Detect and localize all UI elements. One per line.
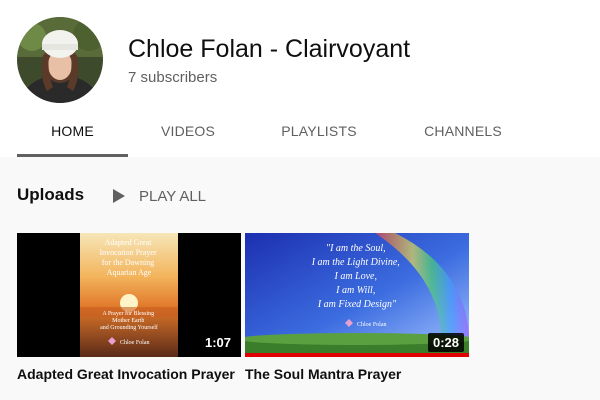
thumb-text-line: I am the Light Divine, (311, 257, 400, 268)
thumb-brand: Chloe Folan (357, 322, 387, 328)
channel-name: Chloe Folan - Clairvoyant (128, 35, 411, 63)
thumb-text-line: I am Fixed Design" (317, 299, 397, 310)
play-all-label: PLAY ALL (139, 187, 207, 205)
thumb-subtext-line: Mother Earth (112, 318, 144, 324)
watch-progress (245, 353, 469, 357)
duration-badge: 0:28 (427, 333, 464, 352)
thumb-text-line: for the Dawning (102, 258, 154, 267)
thumb-text-line: "I am the Soul, (326, 243, 386, 254)
video-title[interactable]: The Soul Mantra Prayer (245, 366, 469, 383)
thumb-text-line: Adapted Great (105, 238, 153, 247)
tab-home[interactable]: HOME (17, 110, 128, 157)
video-card[interactable]: Adapted Great Invocation Prayer for the … (17, 233, 241, 383)
svg-text:Adapted Great Invocati: Adapted Great Invocation Prayer for the … (99, 238, 158, 277)
channel-avatar[interactable] (17, 17, 103, 103)
video-thumbnail[interactable]: Adapted Great Invocation Prayer for the … (17, 233, 241, 357)
thumb-subtext-line: and Grounding Yourself (100, 324, 158, 331)
thumb-text-line: Aquarian Age (107, 268, 152, 277)
play-icon (112, 188, 126, 204)
video-title[interactable]: Adapted Great Invocation Prayer (17, 366, 241, 383)
subscriber-count: 7 subscribers (128, 69, 218, 86)
channel-tabs: HOME VIDEOS PLAYLISTS CHANNELS (0, 110, 600, 157)
thumb-text-line: Invocation Prayer (99, 248, 156, 257)
video-thumbnail[interactable]: "I am the Soul, I am the Light Divine, I… (245, 233, 469, 357)
thumb-text-line: I am Love, (334, 271, 378, 282)
channel-header: Chloe Folan - Clairvoyant 7 subscribers … (0, 0, 600, 157)
duration-badge: 1:07 (199, 333, 236, 352)
thumb-subtext-line: A Prayer for Blessing (102, 310, 154, 317)
tab-videos[interactable]: VIDEOS (130, 110, 246, 157)
video-card[interactable]: "I am the Soul, I am the Light Divine, I… (245, 233, 469, 383)
thumb-brand: Chloe Folan (120, 340, 150, 346)
thumb-text-line: I am Will, (335, 285, 375, 296)
play-all-button[interactable]: PLAY ALL (112, 186, 206, 206)
uploads-title: Uploads (17, 185, 85, 204)
tab-channels[interactable]: CHANNELS (400, 110, 526, 157)
tab-playlists[interactable]: PLAYLISTS (256, 110, 382, 157)
